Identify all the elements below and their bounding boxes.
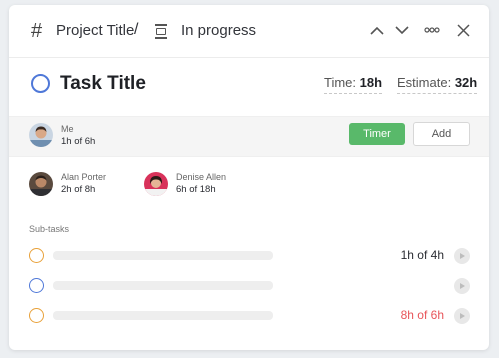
avatar xyxy=(29,172,53,196)
breadcrumb-separator: / xyxy=(134,21,139,38)
more-icon[interactable] xyxy=(421,19,443,41)
collaborator-name: Alan Porter xyxy=(61,172,107,182)
subtask-status-circle[interactable] xyxy=(29,278,44,293)
avatar xyxy=(144,172,168,196)
add-button[interactable]: Add xyxy=(413,122,470,146)
task-status-circle[interactable] xyxy=(31,74,50,93)
play-icon[interactable] xyxy=(454,248,470,264)
subtask-title-placeholder[interactable] xyxy=(53,281,273,290)
chevron-up-icon[interactable] xyxy=(366,19,388,41)
panel-header: # Project Title / In progress xyxy=(9,5,489,58)
subtask-time: 1h of 4h xyxy=(400,248,444,262)
estimate-value: 32h xyxy=(454,75,478,90)
play-icon[interactable] xyxy=(454,278,470,294)
time-value: 18h xyxy=(359,75,383,90)
status-dropdown[interactable]: In progress xyxy=(181,22,256,39)
subtask-title-placeholder[interactable] xyxy=(53,311,273,320)
subtask-title-placeholder[interactable] xyxy=(53,251,273,260)
subtask-status-circle[interactable] xyxy=(29,308,44,323)
chevron-down-icon[interactable] xyxy=(391,19,413,41)
collaborator-time: 2h of 8h xyxy=(61,184,96,195)
collaborator-name: Denise Allen xyxy=(176,172,227,182)
close-icon[interactable] xyxy=(452,19,474,41)
me-name: Me xyxy=(61,124,74,134)
avatar xyxy=(29,123,53,147)
hash-icon: # xyxy=(31,20,43,42)
play-icon[interactable] xyxy=(454,308,470,324)
subtask-status-circle[interactable] xyxy=(29,248,44,263)
collaborator-time: 6h of 18h xyxy=(176,184,216,195)
subtasks-heading: Sub-tasks xyxy=(29,224,70,234)
timer-button[interactable]: Timer xyxy=(349,123,405,145)
me-time: 1h of 6h xyxy=(61,136,96,147)
project-title-link[interactable]: Project Title xyxy=(56,22,134,39)
time-label: Time: xyxy=(324,75,357,90)
time-spent[interactable]: Time: 18h xyxy=(324,75,383,94)
task-title[interactable]: Task Title xyxy=(60,73,146,95)
subtask-time-overdue: 8h of 6h xyxy=(400,308,444,322)
estimate[interactable]: Estimate: 32h xyxy=(397,75,478,94)
task-detail-panel: # Project Title / In progress Task Title… xyxy=(9,5,489,350)
estimate-label: Estimate: xyxy=(397,75,452,90)
status-icon xyxy=(155,24,167,39)
